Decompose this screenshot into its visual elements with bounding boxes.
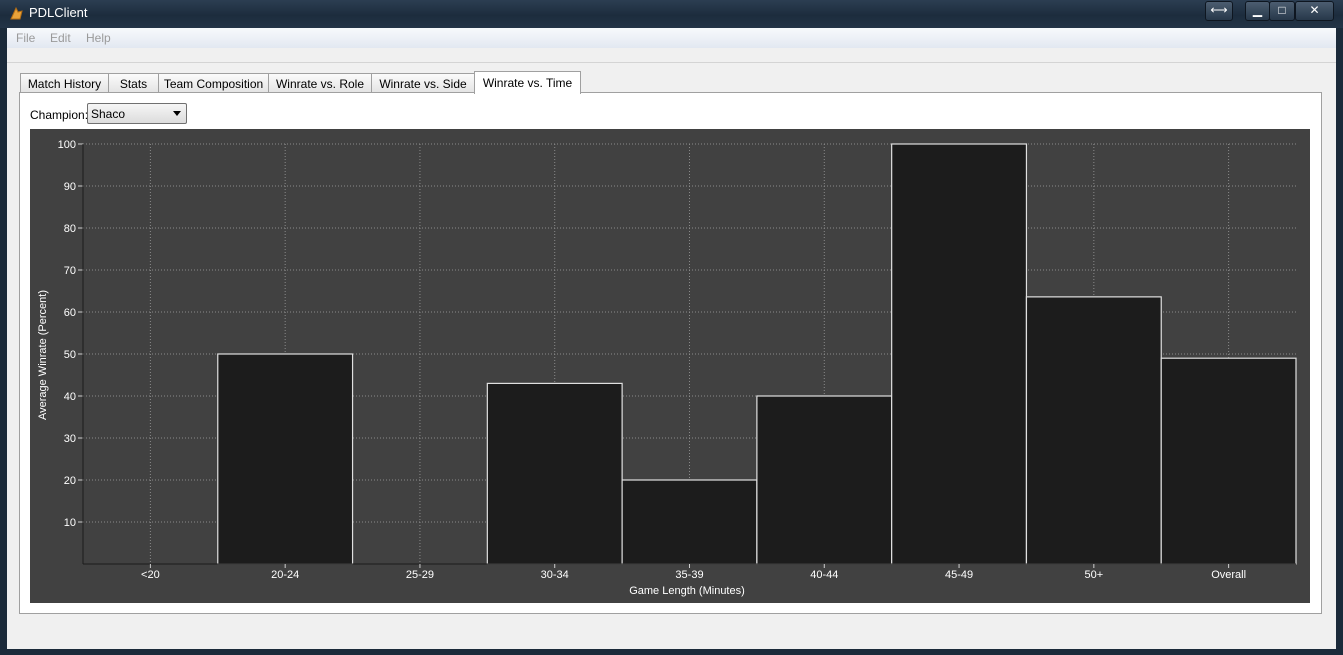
window-title: PDLClient: [29, 5, 88, 20]
y-tick-label: 90: [64, 181, 76, 193]
bar-30-34: [486, 382, 623, 565]
bar-50+: [1025, 296, 1162, 565]
dropdown-arrow-icon: [173, 111, 181, 116]
close-button[interactable]: ✕: [1295, 1, 1334, 21]
maximize-icon: □: [1278, 3, 1286, 17]
resize-button[interactable]: ⟷: [1205, 1, 1233, 21]
y-tick-label: 60: [64, 307, 76, 319]
menu-help[interactable]: Help: [86, 31, 111, 45]
tab-stats[interactable]: Stats: [108, 73, 159, 93]
x-axis-label: Game Length (Minutes): [629, 585, 745, 597]
x-tick-label: 45-49: [945, 569, 973, 581]
app-icon: [10, 6, 23, 20]
bar-45-49: [891, 143, 1028, 565]
y-axis-label: Average Winrate (Percent): [37, 290, 49, 420]
y-tick-label: 100: [58, 139, 76, 151]
menu-bar: File Edit Help: [7, 28, 1336, 48]
resize-icon: ⟷: [1210, 3, 1228, 17]
minimize-button[interactable]: ▁: [1245, 1, 1270, 21]
maximize-button[interactable]: □: [1269, 1, 1295, 21]
tab-match-history[interactable]: Match History: [20, 73, 109, 93]
bar-40-44: [756, 395, 893, 565]
y-tick-label: 80: [64, 223, 76, 235]
tab-winrate-vs-time[interactable]: Winrate vs. Time: [474, 71, 581, 94]
winrate-chart: 10 20 30 40 50 60 70 80 90 100 <20 20-24 25-29 30-34 3…: [30, 129, 1310, 603]
champion-select[interactable]: Shaco: [87, 103, 187, 124]
bar-Overall: [1160, 357, 1297, 565]
toolbar: [7, 48, 1336, 63]
y-tick-label: 30: [64, 433, 76, 445]
tab-winrate-vs-side[interactable]: Winrate vs. Side: [371, 73, 475, 93]
tab-panel: Champion: Shaco 10 20 30 40 50 60 70 80 90 100 <20…: [19, 92, 1322, 614]
menu-edit[interactable]: Edit: [50, 31, 71, 45]
champion-label: Champion:: [30, 108, 89, 122]
x-tick-label: 20-24: [271, 569, 299, 581]
x-tick-label: <20: [141, 569, 160, 581]
tab-team-composition[interactable]: Team Composition: [158, 73, 269, 93]
x-tick-label: 50+: [1084, 569, 1103, 581]
x-tick-label: 30-34: [541, 569, 569, 581]
champion-select-value: Shaco: [91, 107, 126, 121]
close-icon: ✕: [1309, 3, 1320, 17]
y-tick-label: 20: [64, 475, 76, 487]
y-tick-label: 10: [64, 517, 76, 529]
menu-file[interactable]: File: [16, 31, 35, 45]
y-tick-label: 40: [64, 391, 76, 403]
bar-20-24: [217, 353, 354, 565]
x-tick-label: 40-44: [810, 569, 838, 581]
x-tick-label: 35-39: [675, 569, 703, 581]
minimize-icon: ▁: [1252, 3, 1263, 17]
main-window: File Edit Help Match History Stats Team …: [7, 28, 1336, 649]
y-tick-label: 50: [64, 349, 76, 361]
title-bar: PDLClient ⟷ ▁ □ ✕: [0, 0, 1343, 28]
x-tick-label: Overall: [1211, 569, 1246, 581]
tab-winrate-vs-role[interactable]: Winrate vs. Role: [268, 73, 372, 93]
bar-35-39: [621, 479, 758, 565]
x-tick-label: 25-29: [406, 569, 434, 581]
y-tick-label: 70: [64, 265, 76, 277]
